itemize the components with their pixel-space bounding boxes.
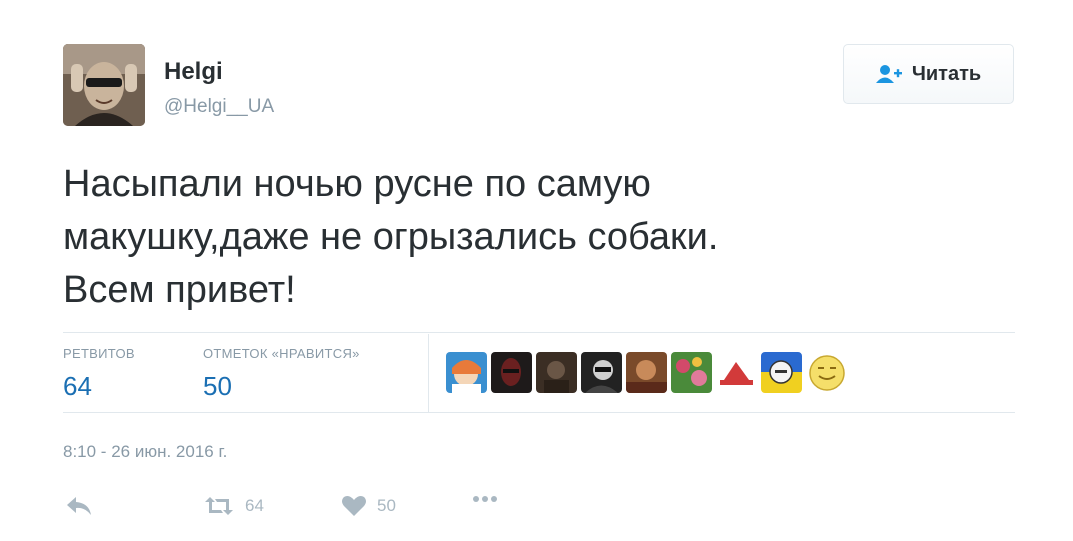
liker-avatar[interactable] xyxy=(536,352,577,393)
more-button[interactable] xyxy=(473,495,497,503)
tweet-line: Насыпали ночью русне по самую xyxy=(63,163,651,205)
reply-icon xyxy=(65,495,93,517)
liker-avatar[interactable] xyxy=(446,352,487,393)
likes-label: ОТМЕТОК «НРАВИТСЯ» xyxy=(203,346,360,361)
tweet-line: макушку,даже не огрызались собаки. xyxy=(63,216,719,258)
tweet-line: Всем привет! xyxy=(63,269,296,311)
more-icon xyxy=(473,495,497,503)
follow-button[interactable]: Читать xyxy=(843,44,1014,104)
like-button[interactable]: 50 xyxy=(341,495,396,517)
stats-separator xyxy=(428,334,429,412)
author-avatar[interactable] xyxy=(63,44,145,126)
liker-avatar[interactable] xyxy=(806,352,847,393)
author-handle[interactable]: @Helgi__UA xyxy=(164,96,274,118)
author-name[interactable]: Helgi xyxy=(164,58,223,86)
liker-avatar[interactable] xyxy=(626,352,667,393)
retweet-button[interactable]: 64 xyxy=(203,495,264,517)
retweet-icon xyxy=(203,495,235,517)
liker-avatar[interactable] xyxy=(581,352,622,393)
heart-icon xyxy=(341,495,367,517)
likes-count: 50 xyxy=(203,371,232,401)
liker-avatars xyxy=(446,352,847,393)
like-count: 50 xyxy=(377,496,396,515)
reply-button[interactable] xyxy=(65,495,93,517)
divider xyxy=(63,332,1015,333)
follow-button-label: Читать xyxy=(911,62,982,85)
retweets-count: 64 xyxy=(63,371,92,401)
person-add-icon xyxy=(875,64,902,84)
liker-avatar[interactable] xyxy=(716,352,757,393)
tweet-timestamp[interactable]: 8:10 - 26 июн. 2016 г. xyxy=(63,442,227,462)
liker-avatar[interactable] xyxy=(491,352,532,393)
likes-stat[interactable]: ОТМЕТОК «НРАВИТСЯ» 50 xyxy=(203,346,360,402)
liker-avatar[interactable] xyxy=(671,352,712,393)
liker-avatar[interactable] xyxy=(761,352,802,393)
tweet-text: Насыпали ночью русне по самую макушку,да… xyxy=(63,158,963,317)
divider xyxy=(63,412,1015,413)
retweets-stat[interactable]: РЕТВИТОВ 64 xyxy=(63,346,135,402)
retweets-label: РЕТВИТОВ xyxy=(63,346,135,361)
retweet-count: 64 xyxy=(245,496,264,515)
